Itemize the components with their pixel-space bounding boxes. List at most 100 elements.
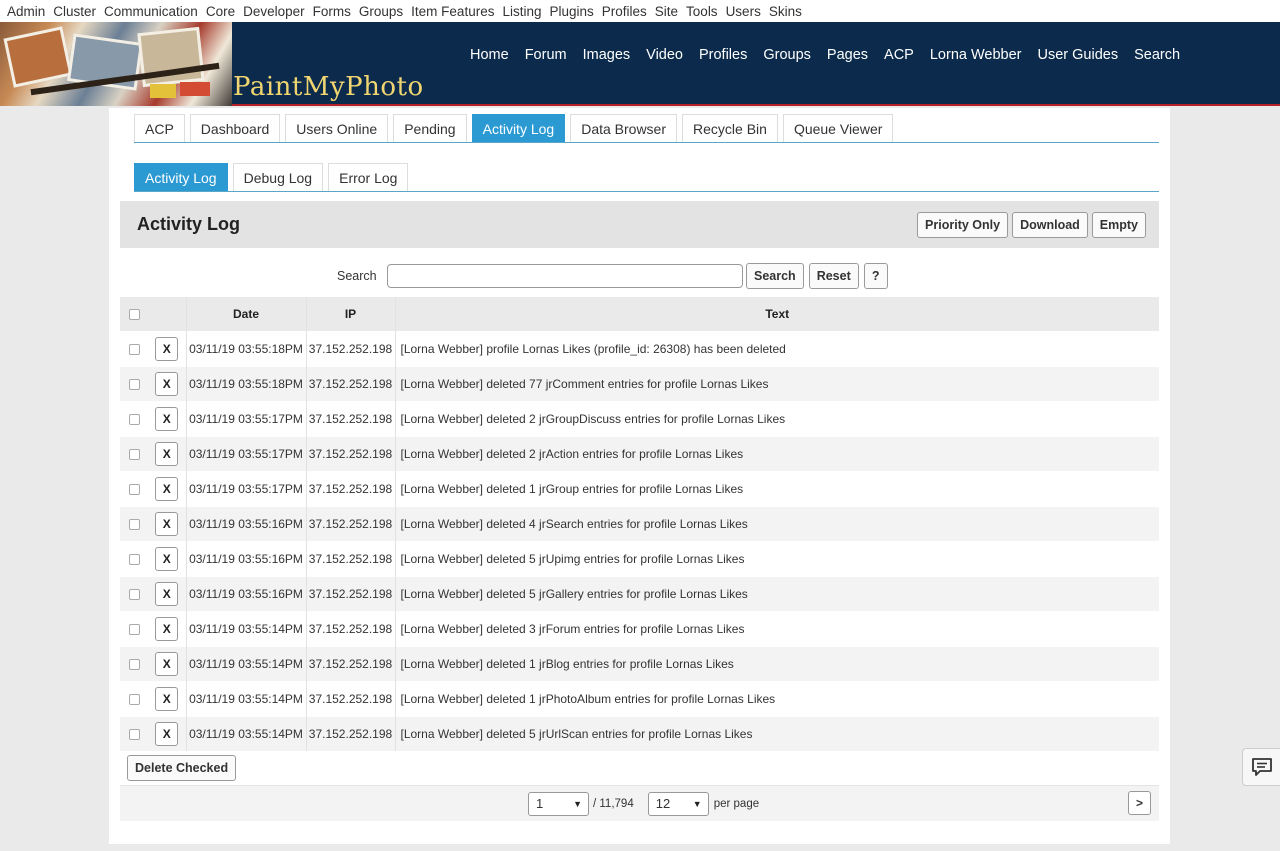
logo-photo-1	[3, 26, 73, 88]
row-checkbox[interactable]	[128, 553, 140, 565]
next-page-button[interactable]: >	[1128, 791, 1151, 815]
row-ip: 37.152.252.198	[306, 540, 396, 576]
admin-menu-admin[interactable]: Admin	[7, 4, 45, 19]
row-checkbox[interactable]	[128, 378, 140, 390]
delete-row-button[interactable]: X	[155, 476, 179, 501]
nav-user-guides[interactable]: User Guides	[1037, 47, 1118, 63]
row-delete-cell: X	[148, 610, 187, 646]
delete-row-button[interactable]: X	[155, 721, 179, 746]
row-select-cell	[120, 540, 148, 576]
delete-row-button[interactable]: X	[155, 441, 179, 466]
date-column-header[interactable]: Date	[186, 297, 307, 331]
row-checkbox[interactable]	[128, 343, 140, 355]
row-checkbox[interactable]	[128, 623, 140, 635]
select-all-checkbox[interactable]	[128, 309, 140, 321]
nav-lorna-webber[interactable]: Lorna Webber	[930, 47, 1022, 63]
chevron-down-icon: ▼	[573, 798, 582, 809]
delete-row-button[interactable]: X	[155, 686, 179, 711]
row-text: [Lorna Webber] deleted 5 jrGallery entri…	[395, 575, 1159, 611]
log-subtabs: Activity Log Debug Log Error Log	[134, 163, 1159, 192]
subtab-error-log[interactable]: Error Log	[328, 163, 409, 191]
search-button[interactable]: Search	[746, 262, 804, 289]
tab-recycle-bin[interactable]: Recycle Bin	[682, 114, 778, 142]
row-checkbox[interactable]	[128, 693, 140, 705]
row-delete-cell: X	[148, 400, 187, 436]
row-date: 03/11/19 03:55:16PM	[186, 540, 307, 576]
tab-users-online[interactable]: Users Online	[285, 114, 389, 142]
admin-menu-bar: Admin Cluster Communication Core Developer Fo…	[0, 0, 1280, 22]
subtab-activity-log[interactable]: Activity Log	[134, 163, 228, 191]
row-ip: 37.152.252.198	[306, 505, 396, 541]
row-date: 03/11/19 03:55:14PM	[186, 715, 307, 751]
admin-menu-site[interactable]: Site	[655, 4, 678, 19]
nav-acp[interactable]: ACP	[884, 47, 914, 63]
tab-dashboard[interactable]: Dashboard	[189, 114, 281, 142]
admin-menu-tools[interactable]: Tools	[686, 4, 718, 19]
delete-row-button[interactable]: X	[155, 581, 179, 606]
per-page-label: per page	[713, 797, 760, 810]
text-column-header[interactable]: Text	[395, 297, 1159, 331]
admin-menu-communication[interactable]: Communication	[104, 4, 198, 19]
chat-button[interactable]	[1242, 748, 1280, 786]
admin-menu-forms[interactable]: Forms	[313, 4, 351, 19]
reset-button[interactable]: Reset	[808, 262, 859, 289]
delete-checked-button[interactable]: Delete Checked	[127, 755, 237, 781]
admin-menu-item-features[interactable]: Item Features	[411, 4, 494, 19]
tab-acp[interactable]: ACP	[134, 114, 185, 142]
help-button[interactable]: ?	[863, 262, 888, 289]
row-checkbox[interactable]	[128, 588, 140, 600]
admin-menu-plugins[interactable]: Plugins	[549, 4, 593, 19]
delete-row-button[interactable]: X	[155, 336, 179, 361]
row-delete-cell: X	[148, 680, 187, 716]
delete-row-button[interactable]: X	[155, 511, 179, 536]
row-delete-cell: X	[148, 365, 187, 401]
admin-menu-listing[interactable]: Listing	[502, 4, 541, 19]
nav-pages[interactable]: Pages	[827, 47, 868, 63]
admin-menu-core[interactable]: Core	[206, 4, 235, 19]
search-row: Search Search Reset ?	[120, 254, 1159, 297]
admin-menu-developer[interactable]: Developer	[243, 4, 305, 19]
nav-search[interactable]: Search	[1134, 47, 1180, 63]
nav-groups[interactable]: Groups	[763, 47, 811, 63]
per-page-select[interactable]: 12 ▼	[647, 791, 709, 816]
admin-menu-cluster[interactable]: Cluster	[53, 4, 96, 19]
admin-menu-skins[interactable]: Skins	[769, 4, 802, 19]
nav-images[interactable]: Images	[583, 47, 631, 63]
row-checkbox[interactable]	[128, 518, 140, 530]
row-checkbox[interactable]	[128, 448, 140, 460]
logo-image[interactable]	[0, 22, 232, 106]
site-logo-text[interactable]: PaintMyPhoto	[233, 72, 424, 102]
ip-column-header[interactable]: IP	[306, 297, 396, 331]
logo-paint-tube	[150, 84, 176, 98]
delete-row-button[interactable]: X	[155, 371, 179, 396]
row-checkbox[interactable]	[128, 729, 140, 741]
priority-only-button[interactable]: Priority Only	[917, 211, 1009, 238]
subtab-debug-log[interactable]: Debug Log	[232, 163, 324, 191]
nav-home[interactable]: Home	[470, 47, 509, 63]
tab-queue-viewer[interactable]: Queue Viewer	[782, 114, 894, 142]
nav-profiles[interactable]: Profiles	[699, 47, 747, 63]
delete-column-header	[148, 297, 187, 331]
empty-button[interactable]: Empty	[1091, 211, 1146, 238]
tab-data-browser[interactable]: Data Browser	[570, 114, 678, 142]
row-date: 03/11/19 03:55:17PM	[186, 400, 307, 436]
tab-pending[interactable]: Pending	[393, 114, 467, 142]
download-button[interactable]: Download	[1012, 211, 1088, 238]
row-text: [Lorna Webber] deleted 5 jrUpimg entries…	[395, 540, 1159, 576]
row-checkbox[interactable]	[128, 413, 140, 425]
row-checkbox[interactable]	[128, 483, 140, 495]
nav-forum[interactable]: Forum	[525, 47, 567, 63]
search-input[interactable]	[387, 263, 743, 288]
admin-menu-groups[interactable]: Groups	[359, 4, 403, 19]
row-checkbox[interactable]	[128, 658, 140, 670]
tab-activity-log[interactable]: Activity Log	[471, 114, 566, 142]
nav-video[interactable]: Video	[646, 47, 683, 63]
page-select[interactable]: 1 ▼	[528, 791, 589, 816]
delete-row-button[interactable]: X	[155, 406, 179, 431]
delete-row-button[interactable]: X	[155, 651, 179, 676]
content-panel: ACP Dashboard Users Online Pending Activity …	[109, 108, 1170, 844]
delete-row-button[interactable]: X	[155, 616, 179, 641]
admin-menu-profiles[interactable]: Profiles	[602, 4, 647, 19]
delete-row-button[interactable]: X	[155, 546, 179, 571]
admin-menu-users[interactable]: Users	[726, 4, 761, 19]
